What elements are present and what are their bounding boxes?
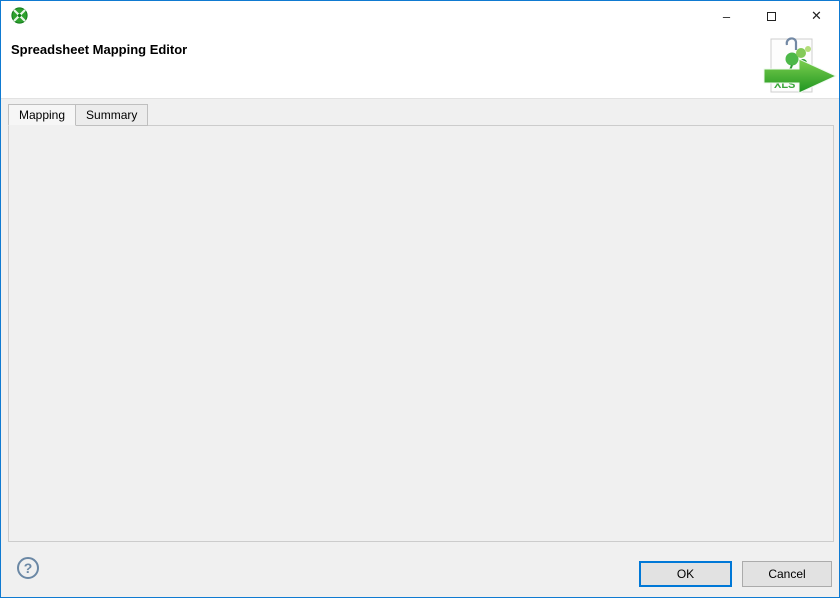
editor-tabs: Mapping Summary bbox=[8, 104, 148, 126]
minimize-icon: – bbox=[723, 9, 730, 24]
cancel-button[interactable]: Cancel bbox=[742, 561, 832, 587]
tab-summary[interactable]: Summary bbox=[75, 104, 148, 126]
page-title: Spreadsheet Mapping Editor bbox=[11, 42, 187, 57]
ok-button[interactable]: OK bbox=[639, 561, 732, 587]
close-button[interactable]: ✕ bbox=[794, 1, 839, 31]
close-icon: ✕ bbox=[811, 8, 822, 24]
maximize-button[interactable] bbox=[749, 1, 794, 31]
tab-mapping[interactable]: Mapping bbox=[8, 104, 76, 126]
clover-app-icon bbox=[11, 7, 28, 24]
spreadsheet-mapping-editor-dialog: – ✕ Spreadsheet Mapping Editor XLS Mapp bbox=[0, 0, 840, 598]
dialog-header: Spreadsheet Mapping Editor XLS bbox=[1, 31, 839, 99]
help-icon: ? bbox=[24, 560, 33, 576]
xls-export-icon: XLS bbox=[762, 33, 838, 97]
maximize-icon bbox=[767, 12, 776, 21]
titlebar: – ✕ bbox=[1, 1, 839, 31]
mapping-tab-frame bbox=[8, 125, 834, 542]
help-button[interactable]: ? bbox=[17, 557, 39, 579]
minimize-button[interactable]: – bbox=[704, 1, 749, 31]
